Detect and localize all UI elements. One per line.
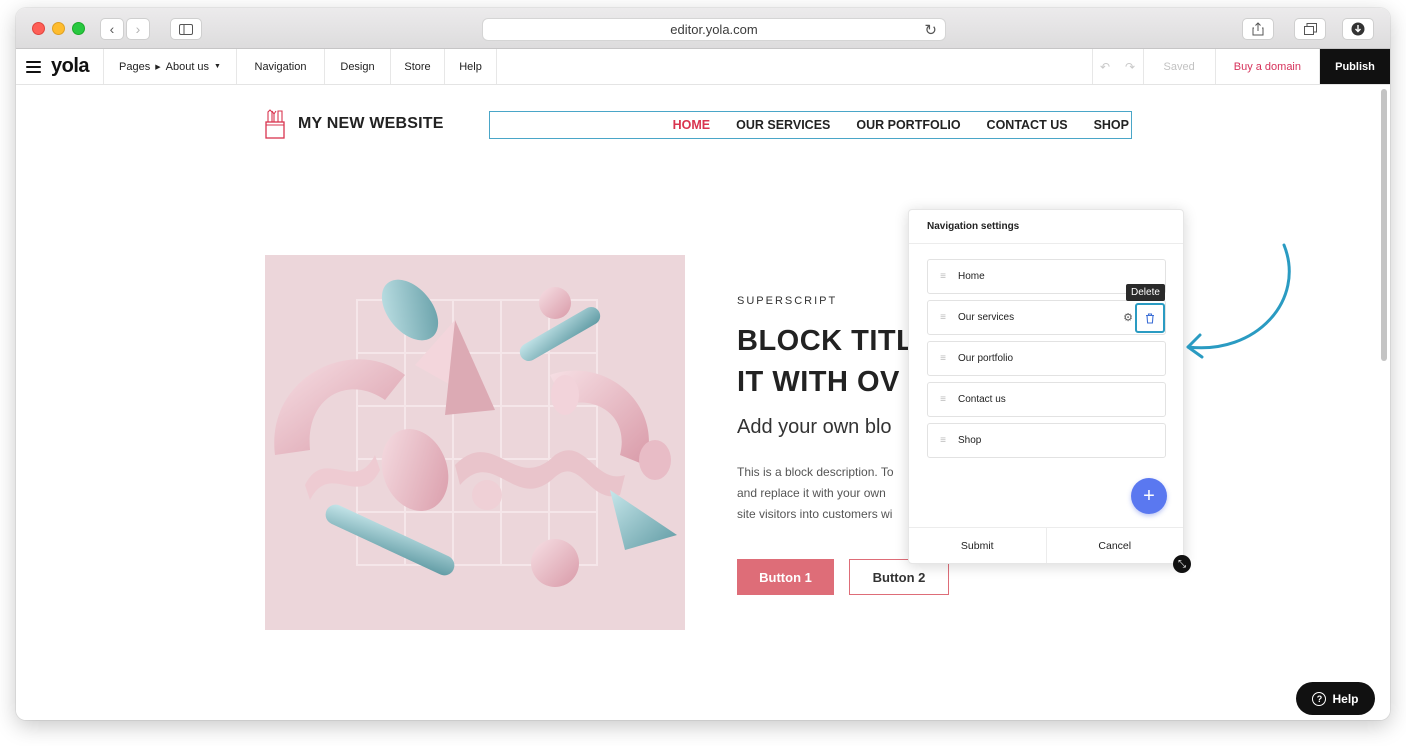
help-button[interactable]: ? Help — [1296, 682, 1375, 715]
resize-handle-icon[interactable]: ⤡ — [1173, 555, 1191, 573]
block-title-line-2: IT WITH OV — [737, 366, 900, 398]
browser-window: ‹ › editor.yola.com ↻ yola Pages ▶ About… — [16, 8, 1390, 720]
sidebar-toggle-button[interactable] — [170, 18, 202, 40]
reload-icon[interactable]: ↻ — [924, 21, 937, 39]
toolbar-store[interactable]: Store — [391, 49, 445, 84]
toolbar-design[interactable]: Design — [325, 49, 391, 84]
curved-arrow-annotation-icon — [1186, 243, 1291, 359]
yola-logo: yola — [51, 55, 90, 77]
nav-item-shop[interactable]: ≡ Shop — [927, 423, 1166, 458]
cancel-button[interactable]: Cancel — [1047, 528, 1184, 563]
block-button-1[interactable]: Button 1 — [737, 559, 834, 595]
pages-label: Pages — [119, 60, 151, 73]
nav-item-label: Home — [958, 271, 985, 282]
back-button[interactable]: ‹ — [100, 18, 124, 40]
drag-handle-icon[interactable]: ≡ — [928, 353, 958, 364]
back-icon: ‹ — [109, 21, 115, 37]
share-icon — [1252, 22, 1264, 36]
help-label: Help — [1332, 691, 1359, 706]
editor-toolbar: yola Pages ▶ About us ▼ Navigation Desig… — [16, 49, 1390, 85]
panel-footer: Submit Cancel — [909, 527, 1183, 563]
zoom-window-button[interactable] — [72, 22, 85, 35]
block-superscript: SUPERSCRIPT — [737, 295, 838, 307]
add-nav-item-button[interactable]: + — [1131, 478, 1167, 514]
block-description-line-1: This is a block description. To — [737, 465, 894, 479]
navigation-settings-panel: Navigation settings ≡ Home ≡ Our service… — [908, 209, 1184, 564]
drag-handle-icon[interactable]: ≡ — [928, 271, 958, 282]
panel-title: Navigation settings — [909, 210, 1183, 244]
site-nav-shop[interactable]: SHOP — [1094, 118, 1129, 132]
block-subtitle: Add your own blo — [737, 416, 892, 438]
saved-status: Saved — [1144, 49, 1216, 84]
hamburger-menu-icon[interactable] — [26, 60, 41, 73]
site-nav-our-portfolio[interactable]: OUR PORTFOLIO — [856, 118, 960, 132]
nav-item-label: Contact us — [958, 394, 1006, 405]
nav-item-contact-us[interactable]: ≡ Contact us — [927, 382, 1166, 417]
site-navigation[interactable]: HOME OUR SERVICES OUR PORTFOLIO CONTACT … — [489, 111, 1132, 139]
nav-item-label: Our services — [958, 312, 1015, 323]
publish-button[interactable]: Publish — [1320, 49, 1390, 84]
browser-toolbar: ‹ › editor.yola.com ↻ — [16, 8, 1390, 49]
menu-and-logo: yola — [16, 49, 104, 84]
downloads-button[interactable] — [1342, 18, 1374, 40]
chevron-down-icon: ▼ — [214, 63, 221, 70]
site-nav-our-services[interactable]: OUR SERVICES — [736, 118, 830, 132]
pages-dropdown[interactable]: Pages ▶ About us ▼ — [104, 49, 237, 84]
block-button-2[interactable]: Button 2 — [849, 559, 949, 595]
question-mark-icon: ? — [1312, 691, 1327, 706]
nav-item-label: Our portfolio — [958, 353, 1014, 364]
toolbar-help[interactable]: Help — [445, 49, 497, 84]
download-icon — [1351, 22, 1365, 36]
scrollbar[interactable] — [1381, 89, 1387, 361]
nav-item-our-portfolio[interactable]: ≡ Our portfolio — [927, 341, 1166, 376]
hero-image[interactable] — [265, 255, 685, 630]
delete-button[interactable] — [1135, 303, 1165, 333]
abstract-3d-shapes-illustration — [265, 255, 685, 630]
gear-icon[interactable]: ⚙ — [1123, 311, 1133, 324]
nav-item-label: Shop — [958, 435, 982, 446]
block-title: BLOCK TITL IT WITH OV — [737, 321, 917, 403]
trash-icon — [1146, 312, 1154, 324]
buy-domain-link[interactable]: Buy a domain — [1216, 49, 1320, 84]
sidebar-icon — [179, 23, 193, 35]
plus-icon: + — [1143, 484, 1155, 507]
editor-canvas: MY NEW WEBSITE HOME OUR SERVICES OUR POR… — [16, 85, 1390, 720]
site-title: MY NEW WEBSITE — [298, 115, 444, 132]
delete-tooltip: Delete — [1126, 284, 1165, 301]
submit-button[interactable]: Submit — [909, 528, 1047, 563]
site-nav-contact-us[interactable]: CONTACT US — [987, 118, 1068, 132]
block-description-line-3: site visitors into customers wi — [737, 507, 893, 521]
tabs-icon — [1303, 23, 1317, 35]
nav-item-our-services[interactable]: ≡ Our services ⚙ — [927, 300, 1166, 335]
close-window-button[interactable] — [32, 22, 45, 35]
drag-handle-icon[interactable]: ≡ — [928, 394, 958, 405]
current-page-label: About us — [165, 60, 210, 73]
redo-icon[interactable]: ↷ — [1118, 49, 1144, 84]
drag-handle-icon[interactable]: ≡ — [928, 435, 958, 446]
site-logo[interactable]: MY NEW WEBSITE — [264, 109, 444, 139]
breadcrumb-arrow-icon: ▶ — [155, 63, 161, 71]
toolbar-navigation[interactable]: Navigation — [237, 49, 325, 84]
block-title-line-1: BLOCK TITL — [737, 325, 915, 357]
forward-button[interactable]: › — [126, 18, 150, 40]
undo-icon[interactable]: ↶ — [1091, 49, 1118, 84]
address-bar[interactable]: editor.yola.com ↻ — [482, 18, 946, 41]
url-text: editor.yola.com — [670, 22, 758, 37]
site-nav-home[interactable]: HOME — [673, 118, 711, 132]
drag-handle-icon[interactable]: ≡ — [928, 312, 958, 323]
pencil-cup-icon — [265, 109, 285, 139]
block-description-line-2: and replace it with your own — [737, 486, 886, 500]
minimize-window-button[interactable] — [52, 22, 65, 35]
tabs-button[interactable] — [1294, 18, 1326, 40]
block-description: This is a block description. To and repl… — [737, 462, 912, 525]
forward-icon: › — [135, 21, 141, 37]
share-button[interactable] — [1242, 18, 1274, 40]
